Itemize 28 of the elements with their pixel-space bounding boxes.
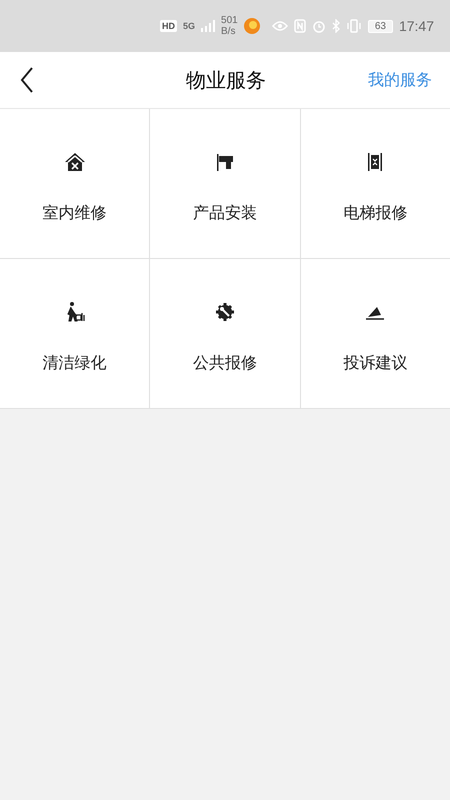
- eye-icon: [272, 20, 288, 32]
- service-label: 电梯报修: [343, 203, 408, 224]
- service-label: 公共报修: [192, 353, 257, 374]
- network-label: 5G: [183, 21, 196, 31]
- speed-value: 501: [221, 15, 238, 26]
- service-label: 室内维修: [42, 203, 107, 224]
- speed-unit: B/s: [221, 26, 236, 37]
- service-tile[interactable]: 清洁绿化: [0, 259, 150, 408]
- house-tools-icon: [64, 151, 86, 173]
- bluetooth-icon: [332, 19, 340, 33]
- app-icon: [244, 18, 260, 34]
- page-title: 物业服务: [186, 66, 266, 94]
- hd-badge: HD: [160, 20, 177, 32]
- vibrate-icon: [346, 19, 362, 33]
- service-label: 投诉建议: [343, 353, 408, 374]
- service-tile[interactable]: 室内维修: [0, 109, 150, 258]
- service-label: 产品安装: [192, 203, 257, 224]
- gear-wrench-icon: [214, 301, 236, 323]
- service-tile[interactable]: 公共报修: [150, 259, 300, 408]
- service-tile[interactable]: 产品安装: [150, 109, 300, 258]
- service-tile[interactable]: 电梯报修: [300, 109, 450, 258]
- service-label: 清洁绿化: [42, 353, 107, 374]
- back-icon[interactable]: [20, 67, 34, 93]
- clock-time: 17:47: [398, 18, 434, 34]
- nfc-icon: [294, 19, 306, 33]
- battery-indicator: 63: [368, 20, 393, 32]
- signal-icon: [201, 20, 216, 32]
- service-tile[interactable]: 投诉建议: [300, 259, 450, 408]
